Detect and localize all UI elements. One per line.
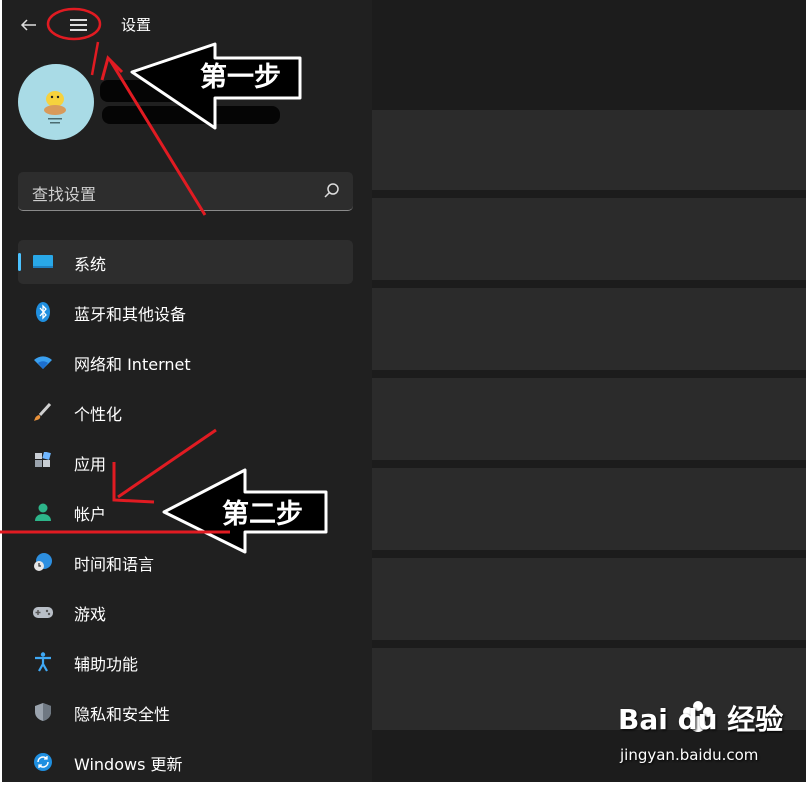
- gamepad-icon: [33, 607, 53, 618]
- sidebar-item-label: 个性化: [74, 405, 123, 424]
- sidebar-item-label: 辅助功能: [74, 655, 139, 674]
- sidebar-item-privacy[interactable]: 隐私和安全性: [18, 690, 353, 734]
- globe-clock-icon: [34, 553, 52, 571]
- shield-icon: [35, 703, 51, 721]
- sidebar-item-time-language[interactable]: 时间和语言: [18, 540, 353, 584]
- sidebar-item-apps[interactable]: 应用: [18, 440, 353, 484]
- person-icon: [35, 503, 51, 521]
- search-icon: [324, 183, 339, 198]
- redacted-username: [100, 80, 220, 102]
- watermark-url: jingyan.baidu.com: [620, 746, 759, 764]
- sidebar-item-label: 网络和 Internet: [74, 355, 191, 374]
- content-card[interactable]: [372, 288, 806, 370]
- sidebar-item-label: Windows 更新: [74, 755, 183, 774]
- wifi-icon: [34, 356, 52, 369]
- window-title: 设置: [121, 16, 152, 34]
- selection-indicator: [18, 253, 21, 271]
- cartoon-avatar-image: [44, 91, 66, 124]
- sidebar-item-label: 隐私和安全性: [74, 705, 171, 724]
- apps-icon: [35, 452, 51, 467]
- monitor-icon: [33, 255, 53, 268]
- sidebar-item-label: 帐户: [74, 505, 107, 524]
- sidebar-item-bluetooth[interactable]: 蓝牙和其他设备: [18, 290, 353, 334]
- back-button[interactable]: [16, 12, 42, 38]
- update-icon: [34, 753, 52, 771]
- bluetooth-icon: [36, 302, 50, 322]
- sidebar-item-label: 蓝牙和其他设备: [74, 305, 187, 324]
- content-card[interactable]: [372, 468, 806, 550]
- content-card[interactable]: [372, 378, 806, 460]
- content-card[interactable]: [372, 110, 806, 190]
- content-card[interactable]: [372, 558, 806, 640]
- sidebar-item-label: 应用: [74, 455, 107, 474]
- watermark-logo: Bai du 经验: [618, 703, 784, 736]
- sidebar-item-accessibility[interactable]: 辅助功能: [18, 640, 353, 684]
- sidebar-item-system[interactable]: 系统: [18, 240, 353, 284]
- search-placeholder: 查找设置: [32, 185, 97, 204]
- sidebar-item-network[interactable]: 网络和 Internet: [18, 340, 353, 384]
- settings-window: 设置 查找设置 系统 蓝牙和其他设备 网络和 Internet 个性化 应用 帐…: [2, 0, 806, 782]
- sidebar-item-personalization[interactable]: 个性化: [18, 390, 353, 434]
- sidebar-item-gaming[interactable]: 游戏: [18, 590, 353, 634]
- arrow-left-icon: [20, 19, 36, 31]
- accessibility-icon: [35, 652, 51, 672]
- menu-button[interactable]: [62, 12, 94, 38]
- sidebar-item-label: 系统: [74, 255, 107, 274]
- sidebar-item-label: 时间和语言: [74, 555, 155, 574]
- hamburger-icon: [70, 19, 87, 21]
- search-input[interactable]: 查找设置: [18, 172, 353, 211]
- content-card[interactable]: [372, 198, 806, 280]
- brush-icon: [34, 402, 52, 421]
- sidebar-item-windows-update[interactable]: Windows 更新: [18, 740, 353, 782]
- redacted-email: [102, 106, 280, 124]
- sidebar-item-label: 游戏: [74, 605, 107, 624]
- sidebar-item-accounts[interactable]: 帐户: [18, 490, 353, 534]
- avatar[interactable]: [18, 64, 94, 140]
